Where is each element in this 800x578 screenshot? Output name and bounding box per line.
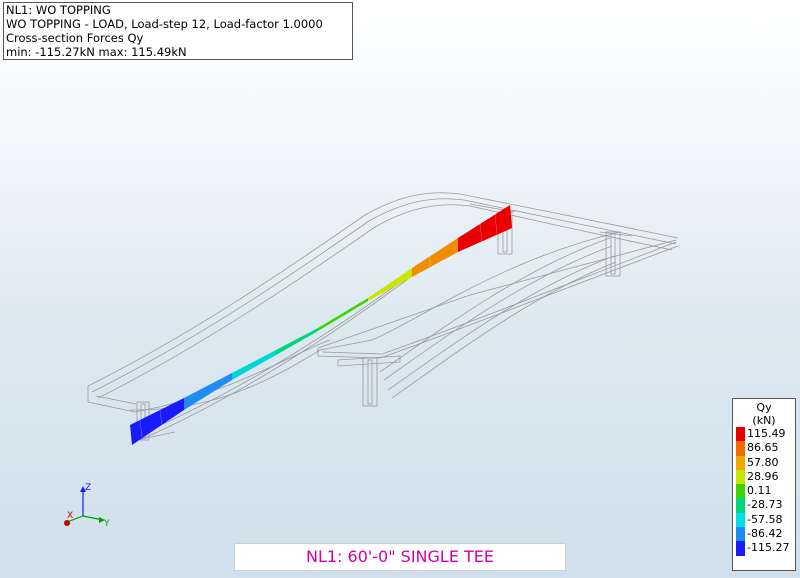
model-caption: NL1: 60'-0" SINGLE TEE xyxy=(234,543,566,571)
legend-row: 86.65 xyxy=(733,441,795,456)
legend-swatch xyxy=(736,498,745,513)
legend-label: 115.49 xyxy=(747,427,786,440)
legend-swatch xyxy=(736,469,745,485)
legend-unit: (kN) xyxy=(752,414,776,427)
legend-swatch xyxy=(736,527,745,542)
legend-label: 28.96 xyxy=(747,469,779,483)
axis-y-label: Y xyxy=(103,519,110,529)
legend-row: -86.42 xyxy=(733,527,795,542)
legend-swatch xyxy=(736,441,745,456)
legend-label: 86.65 xyxy=(747,441,779,455)
legend-label: -86.42 xyxy=(747,527,783,541)
legend-row: 57.80 xyxy=(733,455,795,470)
legend-label: 0.11 xyxy=(747,484,772,498)
legend-row: -57.58 xyxy=(733,512,795,528)
axis-z-label: Z xyxy=(85,483,91,493)
shear-force-band xyxy=(130,205,512,445)
legend-label: 57.80 xyxy=(747,455,779,469)
legend-row: -28.73 xyxy=(733,498,795,513)
legend-title: Qy xyxy=(756,401,772,414)
axis-x-label: X xyxy=(67,511,73,521)
legend-row: 115.49 xyxy=(733,427,795,442)
legend-label: -28.73 xyxy=(747,498,783,512)
legend-swatch xyxy=(736,541,745,556)
legend-rows: 115.49 86.65 57.80 28.96 0.11 -28.73 -57… xyxy=(733,427,795,556)
legend-row: 0.11 xyxy=(733,484,795,499)
axis-triad: Z Y X xyxy=(64,483,110,529)
legend-swatch xyxy=(736,427,745,442)
legend-row: -115.27 xyxy=(733,541,795,556)
legend-swatch xyxy=(736,512,745,528)
legend-label: -115.27 xyxy=(747,541,790,555)
legend-label: -57.58 xyxy=(747,512,783,526)
legend-swatch xyxy=(736,455,745,470)
legend-swatch xyxy=(736,484,745,499)
color-legend: Qy (kN) 115.49 86.65 57.80 28.96 0.11 -2… xyxy=(732,398,796,571)
model-viewport[interactable] xyxy=(0,0,800,578)
legend-row: 28.96 xyxy=(733,469,795,485)
